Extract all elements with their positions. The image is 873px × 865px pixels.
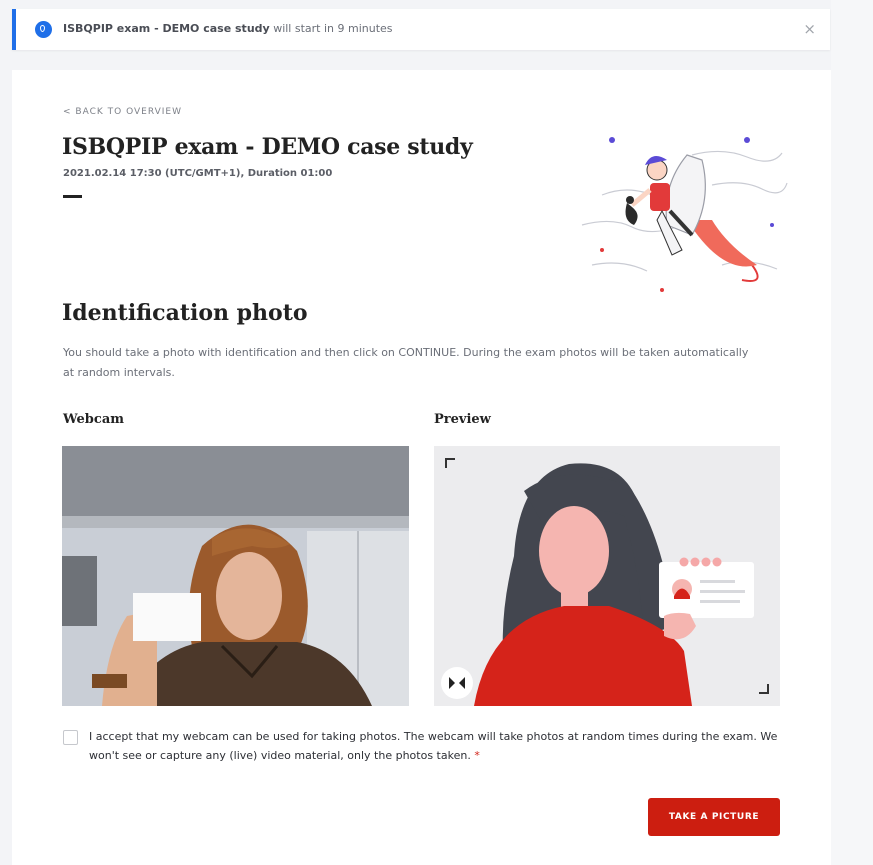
exam-start-notification: ISBQPIP exam - DEMO case study will star… xyxy=(12,9,830,50)
exam-card: < BACK TO OVERVIEW ISBQPIP exam - DEMO c… xyxy=(12,70,831,865)
exam-title: ISBQPIP exam - DEMO case study xyxy=(62,134,473,160)
preview-label: Preview xyxy=(434,412,491,427)
identification-photo-heading: Identification photo xyxy=(62,300,308,326)
close-icon[interactable]: × xyxy=(803,20,816,38)
info-drop-icon xyxy=(35,21,52,38)
webcam-consent-checkbox[interactable] xyxy=(63,730,78,745)
notification-text: ISBQPIP exam - DEMO case study will star… xyxy=(63,22,393,35)
notification-message: will start in 9 minutes xyxy=(269,22,393,35)
webcam-feed xyxy=(62,446,409,706)
consent-text: I accept that my webcam can be used for … xyxy=(89,730,778,762)
back-to-overview-link[interactable]: < BACK TO OVERVIEW xyxy=(63,107,182,117)
title-divider xyxy=(63,195,82,198)
required-marker: * xyxy=(474,749,480,762)
identification-instructions: You should take a photo with identificat… xyxy=(63,346,749,379)
right-edge-panel xyxy=(831,0,873,865)
astronaut-rocket-illustration xyxy=(581,137,788,292)
webcam-label: Webcam xyxy=(63,412,124,427)
notification-exam-name: ISBQPIP exam - DEMO case study xyxy=(63,22,270,35)
webcam-consent-label: I accept that my webcam can be used for … xyxy=(89,727,789,765)
photo-preview-placeholder xyxy=(434,446,780,706)
exam-datetime: 2021.02.14 17:30 (UTC/GMT+1), Duration 0… xyxy=(63,168,333,179)
take-a-picture-button[interactable]: TAKE A PICTURE xyxy=(648,798,780,836)
